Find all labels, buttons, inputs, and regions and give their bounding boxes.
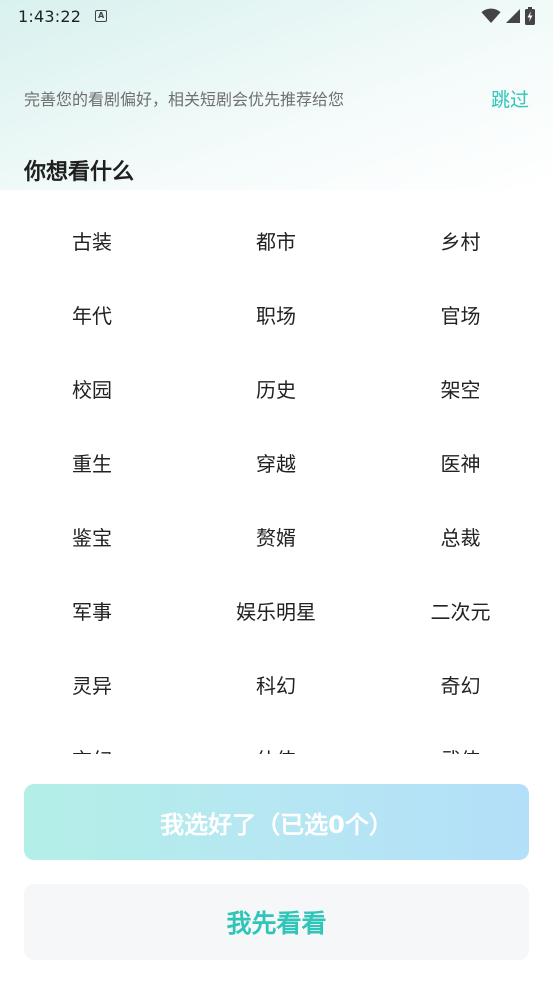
genre-tag[interactable]: 军事 — [0, 573, 184, 647]
genre-tag[interactable]: 古装 — [0, 203, 184, 277]
genre-tag[interactable]: 总裁 — [368, 499, 553, 573]
battery-charging-icon — [525, 7, 535, 25]
skip-button[interactable]: 跳过 — [491, 85, 529, 112]
genre-tag[interactable]: 乡村 — [368, 203, 553, 277]
genre-list-viewport[interactable]: 古装 都市 乡村 年代 职场 官场 校园 历史 架空 重生 穿越 医神 鉴宝 赘… — [0, 203, 553, 755]
genre-tag[interactable]: 校园 — [0, 351, 184, 425]
genre-tag[interactable]: 二次元 — [368, 573, 553, 647]
status-time: 1:43:22 — [18, 6, 82, 26]
preference-header: 完善您的看剧偏好，相关短剧会优先推荐给您 跳过 — [24, 80, 529, 116]
genre-tag[interactable]: 娱乐明星 — [184, 573, 368, 647]
section-title: 你想看什么 — [24, 160, 135, 185]
genre-tag[interactable]: 仙侠 — [184, 721, 368, 755]
status-icons — [481, 7, 535, 25]
status-bar: 1:43:22 A — [0, 0, 553, 32]
a-box-icon: A — [95, 10, 108, 22]
genre-grid: 古装 都市 乡村 年代 职场 官场 校园 历史 架空 重生 穿越 医神 鉴宝 赘… — [0, 203, 553, 755]
genre-tag[interactable]: 穿越 — [184, 425, 368, 499]
genre-tag[interactable]: 历史 — [184, 351, 368, 425]
genre-tag[interactable]: 架空 — [368, 351, 553, 425]
confirm-selection-button[interactable]: 我选好了（已选0个） — [24, 784, 529, 860]
genre-tag[interactable]: 都市 — [184, 203, 368, 277]
genre-tag[interactable]: 玄幻 — [0, 721, 184, 755]
genre-tag[interactable]: 奇幻 — [368, 647, 553, 721]
wifi-icon — [481, 8, 501, 23]
genre-tag[interactable]: 鉴宝 — [0, 499, 184, 573]
preference-prompt: 完善您的看剧偏好，相关短剧会优先推荐给您 — [24, 90, 345, 109]
genre-tag[interactable]: 医神 — [368, 425, 553, 499]
signal-icon — [506, 9, 520, 23]
genre-tag[interactable]: 职场 — [184, 277, 368, 351]
genre-tag[interactable]: 灵异 — [0, 647, 184, 721]
genre-tag[interactable]: 科幻 — [184, 647, 368, 721]
genre-tag[interactable]: 武侠 — [368, 721, 553, 755]
browse-first-button[interactable]: 我先看看 — [24, 884, 529, 960]
genre-tag[interactable]: 赘婿 — [184, 499, 368, 573]
genre-tag[interactable]: 重生 — [0, 425, 184, 499]
genre-tag[interactable]: 年代 — [0, 277, 184, 351]
genre-tag[interactable]: 官场 — [368, 277, 553, 351]
